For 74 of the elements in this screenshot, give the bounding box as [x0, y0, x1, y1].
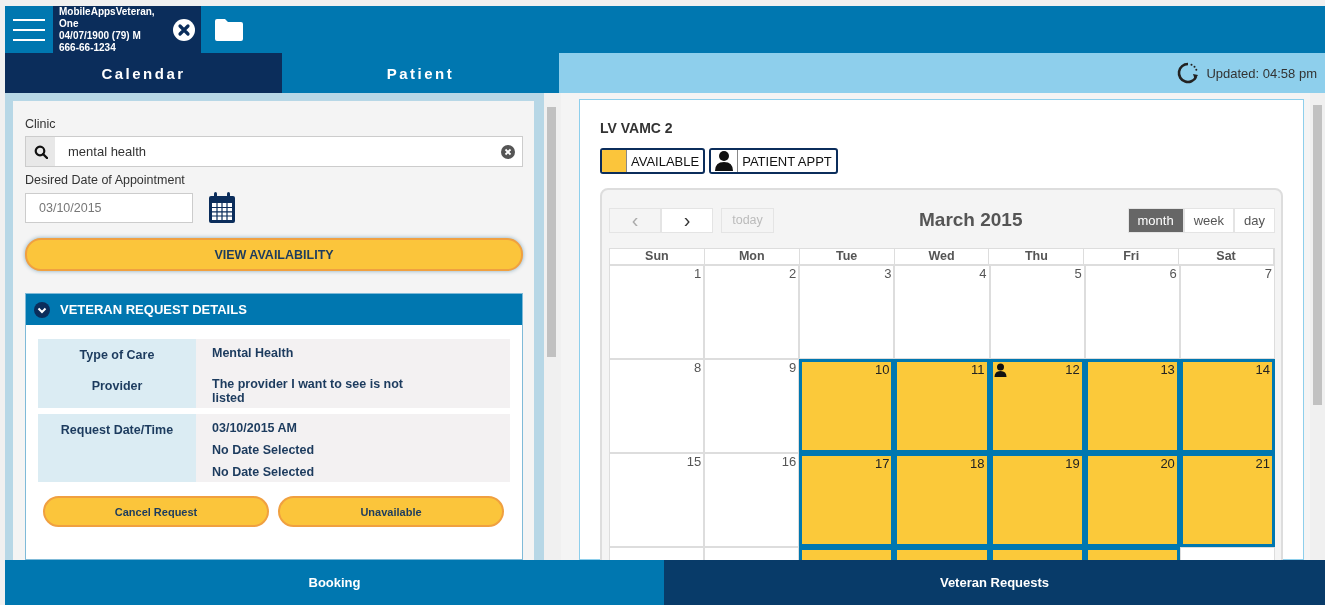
calendar-icon[interactable] [208, 192, 236, 224]
legend-item: PATIENT APPT [709, 148, 838, 174]
refresh-icon[interactable] [1176, 61, 1201, 85]
detail-value: Mental Health [212, 346, 295, 360]
menu-icon [13, 18, 45, 41]
day-cell[interactable]: 1 [609, 265, 705, 359]
day-cell[interactable]: 13 [1084, 359, 1180, 453]
chevron-icon [34, 301, 50, 318]
updated-time: Updated: 04:58 pm [1206, 65, 1317, 81]
weekday-header: Mon [704, 249, 800, 264]
legend-item: AVAILABLE [600, 148, 706, 174]
day-cell[interactable]: 17 [799, 453, 895, 547]
day-cell[interactable]: 16 [704, 453, 800, 547]
search-icon [33, 144, 48, 159]
details-title: VETERAN REQUEST DETAILS [60, 302, 247, 317]
day-cell[interactable]: 11 [894, 359, 990, 453]
clinic-label: Clinic [25, 117, 57, 131]
view-tab[interactable]: day [1234, 207, 1275, 233]
weekday-header: Fri [1084, 249, 1180, 264]
detail-label: Type of Care [38, 339, 196, 370]
scrollbar[interactable] [1310, 93, 1325, 560]
day-cell[interactable]: 18 [894, 453, 990, 547]
day-cell[interactable]: 4 [894, 265, 990, 359]
weekday-header: Sat [1179, 249, 1274, 264]
request-button[interactable]: Cancel Request [43, 496, 269, 527]
day-cell[interactable]: 7 [1179, 265, 1275, 359]
day-cell[interactable]: 5 [989, 265, 1085, 359]
patient-dob: 04/07/1900 (79) M [59, 29, 142, 42]
day-cell[interactable]: 10 [799, 359, 895, 453]
day-cell[interactable]: 6 [1084, 265, 1180, 359]
clinic-search-field[interactable]: mental health [25, 136, 523, 167]
detail-value: No Date Selected [212, 443, 316, 457]
clinic-title: LV VAMC 2 [600, 120, 674, 136]
day-cell[interactable]: 19 [989, 453, 1085, 547]
month-title: March 2015 [919, 209, 1023, 231]
day-cell[interactable]: 15 [609, 453, 705, 547]
detail-value: No Date Selected [212, 465, 316, 479]
details-header[interactable]: VETERAN REQUEST DETAILS [26, 294, 522, 325]
day-cell[interactable]: 2 [704, 265, 800, 359]
weekday-header: Wed [894, 249, 990, 264]
detail-value: 03/10/2015 AM [212, 421, 298, 435]
day-cell[interactable]: 21 [1179, 453, 1275, 547]
date-label: Desired Date of Appointment [25, 173, 186, 187]
bottom-tab[interactable]: Booking [5, 560, 664, 605]
view-tab[interactable]: month [1127, 207, 1184, 233]
day-cell[interactable]: 8 [609, 359, 705, 453]
weekday-header: Thu [989, 249, 1085, 264]
view-availability-button[interactable]: VIEW AVAILABILITY [25, 238, 523, 271]
weekday-header: Sun [610, 249, 705, 264]
detail-value: The provider I want to see is not listed [212, 377, 404, 405]
day-cell[interactable]: 12 [989, 359, 1085, 453]
day-cell[interactable]: 20 [1084, 453, 1180, 547]
view-tab[interactable]: week [1183, 207, 1234, 233]
person-icon [993, 363, 1007, 377]
clear-icon[interactable] [501, 144, 515, 159]
detail-label: Provider [38, 370, 196, 408]
weekday-header: Tue [799, 249, 895, 264]
available-swatch-icon [602, 150, 627, 172]
day-cell[interactable]: 14 [1179, 359, 1275, 453]
day-cell[interactable]: 9 [704, 359, 800, 453]
person-icon [711, 150, 739, 172]
request-button[interactable]: Unavailable [278, 496, 504, 527]
bottom-tab[interactable]: Veteran Requests [664, 560, 1325, 605]
tab[interactable]: Calendar [5, 53, 282, 93]
next-button[interactable]: › [661, 207, 713, 233]
tab[interactable]: Patient [282, 53, 559, 93]
folder-icon[interactable] [215, 18, 243, 41]
scrollbar[interactable] [544, 93, 559, 560]
detail-label: Request Date/Time [38, 414, 196, 482]
date-field[interactable]: 03/10/2015 [25, 193, 193, 223]
day-cell[interactable]: 3 [799, 265, 895, 359]
patient-ssn: 666-66-1234 [59, 41, 117, 54]
close-icon[interactable] [173, 18, 195, 41]
patient-name: MobileAppsVeteran, One [59, 5, 156, 30]
